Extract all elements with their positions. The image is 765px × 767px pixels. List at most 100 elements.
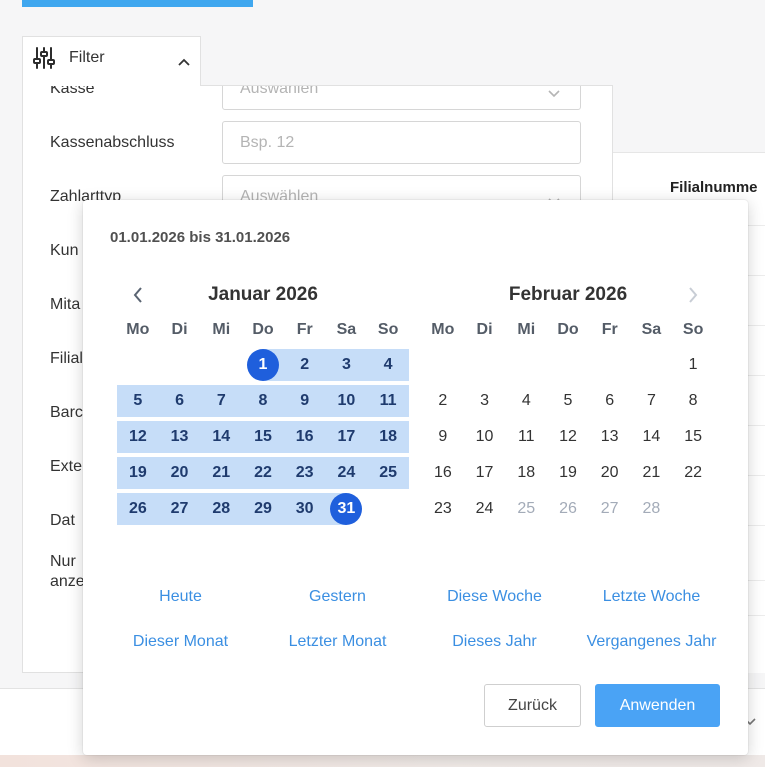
day-number: 6 [605, 392, 615, 409]
day-number: 23 [295, 464, 314, 481]
day-number: 9 [438, 428, 448, 445]
day-grid: 1 2 3 4 5 6 7 8 9 10 11 12 13 14 15 16 17 18 19 20 21 22 23 24 2… [422, 347, 714, 527]
active-tab-indicator [22, 0, 253, 7]
shortcut-dieser-monat[interactable]: Dieser Monat [102, 629, 259, 655]
day-number: 5 [563, 392, 573, 409]
day-cell[interactable]: 14 [631, 419, 673, 455]
day-cell[interactable]: 12 [547, 419, 589, 455]
day-cell[interactable]: 16 [422, 455, 464, 491]
day-cell[interactable]: 8 [672, 383, 714, 419]
day-number: 27 [600, 500, 619, 517]
day-cell[interactable]: 19 [117, 455, 159, 491]
day-cell[interactable]: 21 [200, 455, 242, 491]
day-cell[interactable]: 10 [325, 383, 368, 419]
day-cell[interactable]: 11 [367, 383, 409, 419]
weekday-header: Mo [126, 321, 150, 338]
day-cell[interactable]: 30 [283, 491, 326, 527]
shortcut-dieses-jahr[interactable]: Dieses Jahr [416, 629, 573, 655]
day-number: 28 [642, 500, 661, 517]
day-cell[interactable]: 1 [242, 347, 284, 383]
weekday-header: Di [476, 321, 493, 338]
weekday-header: Mi [517, 321, 536, 338]
day-number: 10 [475, 428, 494, 445]
column-header-filialnummer[interactable]: Filialnumme [670, 177, 758, 199]
day-cell[interactable]: 10 [464, 419, 506, 455]
day-cell[interactable]: 8 [242, 383, 284, 419]
day-cell[interactable]: 9 [422, 419, 464, 455]
day-cell[interactable]: 24 [325, 455, 368, 491]
day-cell[interactable]: 22 [242, 455, 284, 491]
day-number: 9 [300, 392, 310, 409]
day-cell[interactable]: 23 [422, 491, 464, 527]
shortcut-gestern[interactable]: Gestern [259, 584, 416, 610]
day-number: 5 [133, 392, 143, 409]
day-cell[interactable]: 24 [464, 491, 506, 527]
day-number: 21 [642, 464, 661, 481]
shortcut-letzter-monat[interactable]: Letzter Monat [259, 629, 416, 655]
day-cell[interactable]: 9 [283, 383, 326, 419]
day-cell[interactable]: 11 [505, 419, 547, 455]
day-number: 19 [559, 464, 577, 481]
day-number: 16 [295, 428, 314, 445]
day-cell[interactable]: 19 [547, 455, 589, 491]
shortcut-letzte-woche[interactable]: Letzte Woche [573, 584, 730, 610]
field-label-line: anze [50, 573, 85, 590]
day-cell[interactable]: 5 [547, 383, 589, 419]
day-cell[interactable]: 26 [117, 491, 159, 527]
day-cell[interactable]: 7 [200, 383, 242, 419]
selected-day-number: 31 [330, 493, 363, 525]
day-cell[interactable]: 3 [464, 383, 506, 419]
day-number: 22 [684, 464, 703, 481]
day-number: 17 [337, 428, 356, 445]
day-cell[interactable]: 2 [422, 383, 464, 419]
day-cell[interactable]: 15 [672, 419, 714, 455]
day-number: 10 [337, 392, 356, 409]
day-cell[interactable]: 18 [505, 455, 547, 491]
field-label: Filial [50, 350, 83, 367]
day-cell[interactable]: 4 [505, 383, 547, 419]
day-cell[interactable]: 6 [158, 383, 201, 419]
day-cell[interactable]: 1 [672, 347, 714, 383]
weekday-header: Mo [431, 321, 455, 338]
apply-button[interactable]: Anwenden [595, 684, 720, 727]
day-cell[interactable]: 3 [325, 347, 368, 383]
chevron-up-icon [178, 53, 190, 66]
day-cell[interactable]: 16 [283, 419, 326, 455]
day-cell[interactable]: 13 [589, 419, 631, 455]
day-cell[interactable]: 20 [589, 455, 631, 491]
day-cell[interactable]: 20 [158, 455, 201, 491]
shortcut-vergangenes-jahr[interactable]: Vergangenes Jahr [573, 629, 730, 655]
kassenabschluss-input[interactable] [222, 121, 581, 164]
day-number: 23 [433, 500, 452, 517]
field-label: Kun [50, 242, 79, 259]
day-cell[interactable]: 28 [200, 491, 242, 527]
day-cell[interactable]: 29 [242, 491, 284, 527]
kasse-select[interactable]: Auswählen [222, 86, 581, 110]
day-cell[interactable]: 7 [631, 383, 673, 419]
shortcut-diese-woche[interactable]: Diese Woche [416, 584, 573, 610]
day-cell[interactable]: 15 [242, 419, 284, 455]
shortcut-heute[interactable]: Heute [102, 584, 259, 610]
day-cell[interactable]: 21 [631, 455, 673, 491]
day-cell[interactable]: 25 [367, 455, 409, 491]
day-cell[interactable]: 17 [325, 419, 368, 455]
day-cell[interactable]: 12 [117, 419, 159, 455]
filter-toggle[interactable]: Filter [22, 36, 201, 86]
day-number: 4 [521, 392, 531, 409]
back-button[interactable]: Zurück [484, 684, 581, 727]
day-cell[interactable]: 27 [158, 491, 201, 527]
day-cell[interactable]: 23 [283, 455, 326, 491]
day-cell[interactable]: 17 [464, 455, 506, 491]
day-cell[interactable]: 2 [283, 347, 326, 383]
day-cell[interactable]: 4 [367, 347, 409, 383]
day-cell[interactable]: 14 [200, 419, 242, 455]
day-cell[interactable]: 18 [367, 419, 409, 455]
day-cell[interactable]: 31 [325, 491, 368, 527]
day-cell[interactable]: 22 [672, 455, 714, 491]
day-cell[interactable]: 6 [589, 383, 631, 419]
day-cell[interactable]: 13 [158, 419, 201, 455]
chevron-right-icon [689, 287, 698, 303]
next-month-button[interactable] [681, 283, 705, 307]
day-number: 16 [433, 464, 452, 481]
day-cell[interactable]: 5 [117, 383, 159, 419]
